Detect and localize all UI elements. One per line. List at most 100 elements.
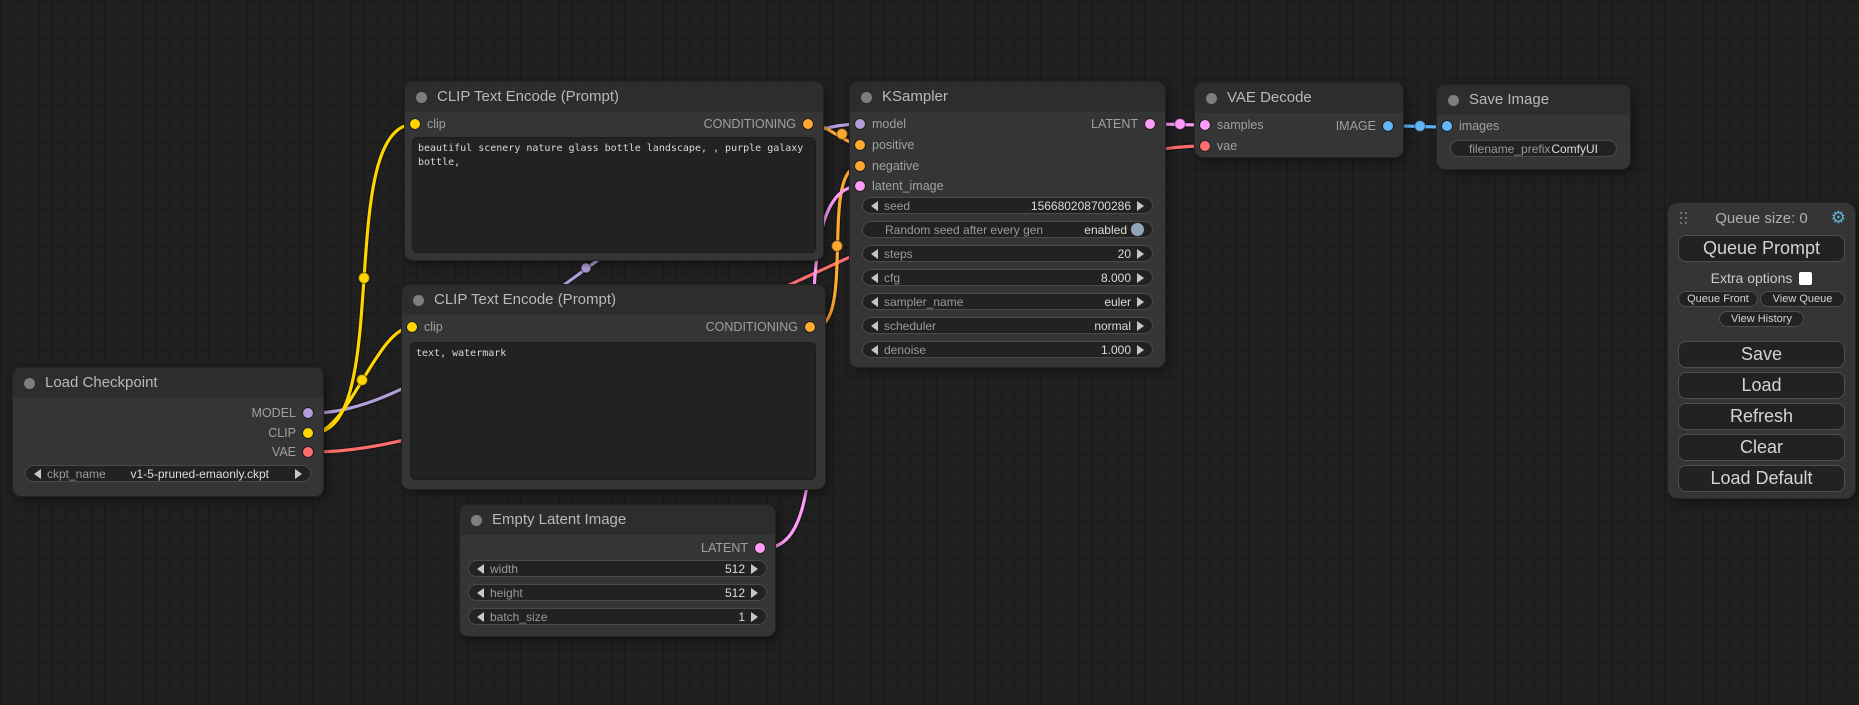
output-port-conditioning[interactable]: [805, 322, 815, 332]
output-port-model[interactable]: [303, 408, 313, 418]
width-widget[interactable]: width 512: [468, 560, 767, 577]
widget-label: cfg: [884, 271, 900, 285]
decrement-arrow-icon[interactable]: [871, 321, 878, 331]
height-widget[interactable]: height 512: [468, 584, 767, 601]
increment-arrow-icon[interactable]: [751, 588, 758, 598]
increment-arrow-icon[interactable]: [1137, 273, 1144, 283]
queue-menu-panel[interactable]: Queue size: 0 ⚙ Queue Prompt Extra optio…: [1668, 203, 1855, 498]
increment-arrow-icon[interactable]: [1137, 345, 1144, 355]
output-port-image[interactable]: [1383, 121, 1393, 131]
node-titlebar[interactable]: VAE Decode: [1195, 83, 1403, 113]
increment-arrow-icon[interactable]: [751, 564, 758, 574]
decrement-arrow-icon[interactable]: [871, 201, 878, 211]
widget-label: batch_size: [490, 610, 547, 624]
widget-label: filename_prefix: [1469, 142, 1550, 156]
random-seed-toggle-widget[interactable]: Random seed after every gen enabled: [862, 221, 1153, 238]
input-port-latent-image[interactable]: [855, 181, 865, 191]
collapse-dot-icon[interactable]: [413, 295, 424, 306]
prompt-textarea[interactable]: text, watermark: [411, 343, 815, 479]
ckpt-name-widget[interactable]: ckpt_name v1-5-pruned-emaonly.ckpt: [25, 465, 311, 482]
scheduler-widget[interactable]: scheduler normal: [862, 317, 1153, 334]
queue-front-button[interactable]: Queue Front: [1678, 291, 1758, 307]
node-graph-canvas[interactable]: Load Checkpoint MODEL CLIP VAE ckpt_name…: [0, 0, 1859, 705]
widget-value: 156680208700286: [1031, 199, 1131, 213]
steps-widget[interactable]: steps 20: [862, 245, 1153, 262]
decrement-arrow-icon[interactable]: [477, 588, 484, 598]
node-title: Load Checkpoint: [45, 374, 158, 391]
increment-arrow-icon[interactable]: [295, 469, 302, 479]
decrement-arrow-icon[interactable]: [871, 249, 878, 259]
collapse-dot-icon[interactable]: [416, 92, 427, 103]
load-button[interactable]: Load: [1678, 372, 1845, 399]
widget-label: sampler_name: [884, 295, 963, 309]
save-button[interactable]: Save: [1678, 341, 1845, 368]
increment-arrow-icon[interactable]: [1137, 297, 1144, 307]
input-port-positive[interactable]: [855, 140, 865, 150]
input-port-images[interactable]: [1442, 121, 1452, 131]
clear-button[interactable]: Clear: [1678, 434, 1845, 461]
node-titlebar[interactable]: KSampler: [850, 82, 1165, 112]
widget-value: ComfyUI: [1551, 142, 1598, 156]
node-load-checkpoint[interactable]: Load Checkpoint MODEL CLIP VAE ckpt_name…: [13, 368, 323, 496]
collapse-dot-icon[interactable]: [24, 378, 35, 389]
decrement-arrow-icon[interactable]: [477, 564, 484, 574]
batch-size-widget[interactable]: batch_size 1: [468, 608, 767, 625]
sampler-name-widget[interactable]: sampler_name euler: [862, 293, 1153, 310]
increment-arrow-icon[interactable]: [751, 612, 758, 622]
refresh-button[interactable]: Refresh: [1678, 403, 1845, 430]
widget-label: height: [490, 586, 523, 600]
collapse-dot-icon[interactable]: [861, 92, 872, 103]
increment-arrow-icon[interactable]: [1137, 201, 1144, 211]
node-titlebar[interactable]: Load Checkpoint: [13, 368, 323, 398]
widget-label: ckpt_name: [47, 467, 106, 481]
toggle-dot-icon[interactable]: [1131, 223, 1144, 236]
node-clip-text-encode-positive[interactable]: CLIP Text Encode (Prompt) clip CONDITION…: [405, 82, 823, 260]
input-label-latent-image: latent_image: [872, 179, 944, 193]
output-port-latent[interactable]: [755, 543, 765, 553]
increment-arrow-icon[interactable]: [1137, 249, 1144, 259]
node-titlebar[interactable]: Empty Latent Image: [460, 505, 775, 535]
node-titlebar[interactable]: CLIP Text Encode (Prompt): [405, 82, 823, 112]
load-default-button[interactable]: Load Default: [1678, 465, 1845, 492]
input-port-negative[interactable]: [855, 161, 865, 171]
node-ksampler[interactable]: KSampler model positive negative latent_…: [850, 82, 1165, 367]
view-queue-button[interactable]: View Queue: [1760, 291, 1845, 307]
queue-size-label: Queue size: 0: [1668, 210, 1855, 227]
queue-prompt-button[interactable]: Queue Prompt: [1678, 235, 1845, 262]
collapse-dot-icon[interactable]: [471, 515, 482, 526]
increment-arrow-icon[interactable]: [1137, 321, 1144, 331]
output-port-latent[interactable]: [1145, 119, 1155, 129]
node-titlebar[interactable]: CLIP Text Encode (Prompt): [402, 285, 825, 315]
input-port-vae[interactable]: [1200, 141, 1210, 151]
node-title: Save Image: [1469, 91, 1549, 108]
denoise-widget[interactable]: denoise 1.000: [862, 341, 1153, 358]
decrement-arrow-icon[interactable]: [477, 612, 484, 622]
node-save-image[interactable]: Save Image images filename_prefix ComfyU…: [1437, 85, 1630, 169]
widget-value: 20: [1118, 247, 1131, 261]
settings-gear-icon[interactable]: ⚙: [1831, 209, 1846, 226]
widget-value: euler: [1104, 295, 1131, 309]
node-titlebar[interactable]: Save Image: [1437, 85, 1630, 115]
output-port-clip[interactable]: [303, 428, 313, 438]
output-port-vae[interactable]: [303, 447, 313, 457]
decrement-arrow-icon[interactable]: [871, 297, 878, 307]
cfg-widget[interactable]: cfg 8.000: [862, 269, 1153, 286]
decrement-arrow-icon[interactable]: [34, 469, 41, 479]
decrement-arrow-icon[interactable]: [871, 273, 878, 283]
widget-value: 512: [725, 586, 745, 600]
seed-widget[interactable]: seed 156680208700286: [862, 197, 1153, 214]
extra-options-checkbox[interactable]: [1799, 272, 1812, 285]
node-vae-decode[interactable]: VAE Decode samples vae IMAGE: [1195, 83, 1403, 157]
node-clip-text-encode-negative[interactable]: CLIP Text Encode (Prompt) clip CONDITION…: [402, 285, 825, 489]
collapse-dot-icon[interactable]: [1448, 95, 1459, 106]
view-history-button[interactable]: View History: [1719, 311, 1804, 327]
widget-label: scheduler: [884, 319, 936, 333]
prompt-textarea[interactable]: beautiful scenery nature glass bottle la…: [413, 138, 815, 252]
node-empty-latent-image[interactable]: Empty Latent Image LATENT width 512 heig…: [460, 505, 775, 636]
decrement-arrow-icon[interactable]: [871, 345, 878, 355]
output-label-vae: VAE: [272, 442, 296, 462]
collapse-dot-icon[interactable]: [1206, 93, 1217, 104]
link-midpoint-dot: [832, 241, 843, 252]
output-port-conditioning[interactable]: [803, 119, 813, 129]
filename-prefix-widget[interactable]: filename_prefix ComfyUI: [1450, 140, 1617, 157]
